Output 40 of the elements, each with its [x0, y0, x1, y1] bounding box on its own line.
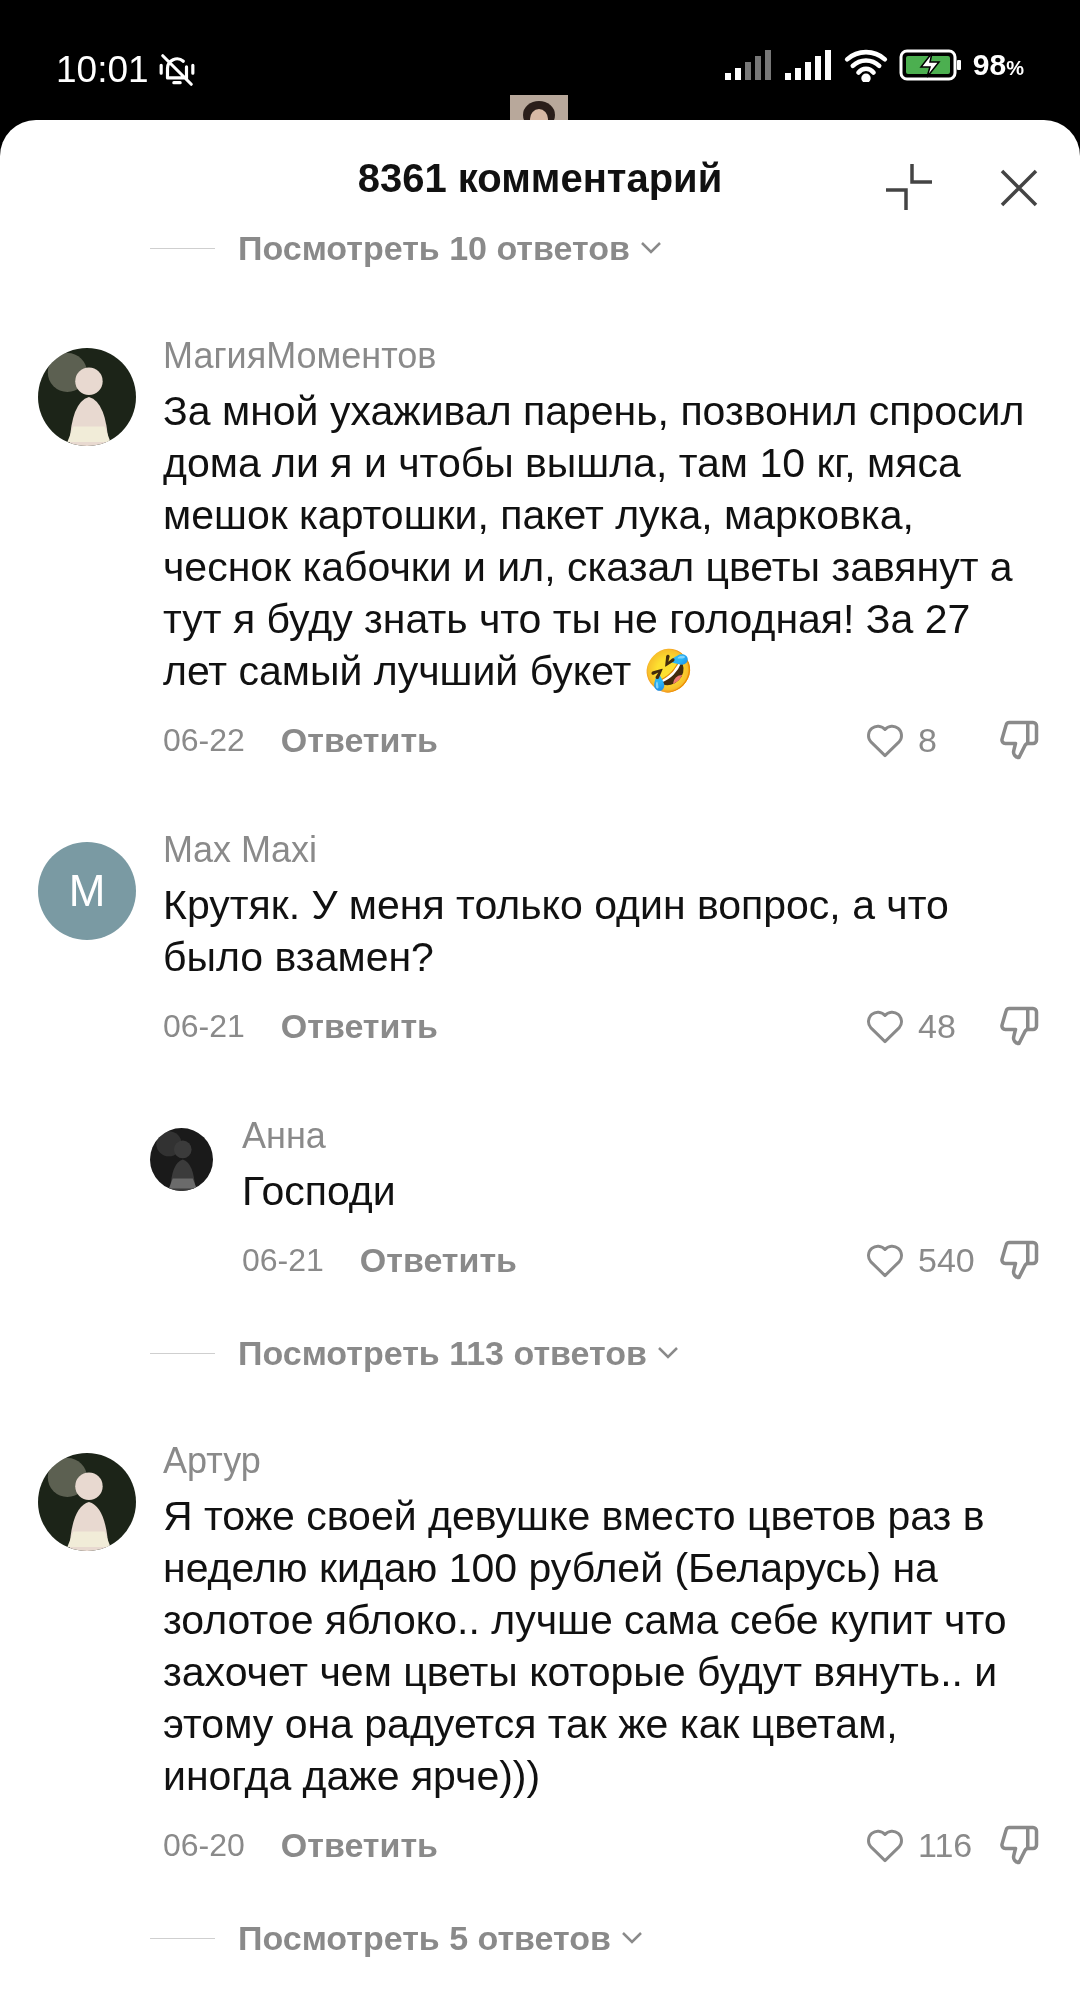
reply-button[interactable]: Ответить — [359, 1234, 517, 1286]
signal-icon — [782, 48, 833, 81]
like-count: 540 — [918, 1239, 976, 1281]
author-name: Артур — [163, 1441, 262, 1481]
wifi-icon — [842, 47, 889, 82]
signal-icon — [722, 48, 773, 81]
thumbs-down-icon[interactable] — [998, 718, 1040, 762]
like-count: 48 — [918, 1005, 957, 1047]
comment-text: За мной ухаживал парень, позвонил спросил дома ли я и чтобы вышла, там 10 кг, мяса мешок картошки, пакет лука, марковка, чеснок кабочки и ил, сказал цветы завянут а тут я буду знать что ты не голодная! За 27 лет самый лучший букет 🤣 — [163, 387, 1026, 696]
close-icon[interactable] — [999, 168, 1039, 208]
thumbs-down-icon[interactable] — [998, 1238, 1040, 1282]
comment-text: Господи — [242, 1167, 397, 1216]
view-replies-link[interactable]: Посмотреть 113 ответов — [238, 1327, 679, 1379]
comment-date: 06-21 — [163, 1007, 245, 1046]
like-count: 116 — [918, 1824, 974, 1866]
comment-date: 06-20 — [163, 1826, 245, 1865]
reply-button[interactable]: Ответить — [280, 714, 438, 766]
like-count: 8 — [918, 719, 938, 761]
thumbs-down-icon[interactable] — [998, 1004, 1040, 1048]
author-name: Анна — [242, 1116, 327, 1156]
comment-text: Я тоже своей девушке вместо цветов раз в неделю кидаю 100 рублей (Беларусь) на золотое яблоко.. лучше сама себе купит что захочет чем цветы которые будут вянуть.. и этому она радуется так же как цветам, иногда даже ярче))) — [163, 1492, 1008, 1801]
author-name: МагияМоментов — [163, 336, 438, 376]
battery-charging-icon — [898, 48, 963, 81]
view-replies-link[interactable]: Посмотреть 5 ответов — [238, 1912, 643, 1964]
thumbs-down-icon[interactable] — [998, 1823, 1040, 1867]
view-replies-link[interactable]: Посмотреть 10 ответов — [238, 222, 662, 274]
battery-level: 98% — [972, 47, 1024, 83]
chevron-down-icon — [656, 1346, 679, 1360]
header-title: 8361 комментарий — [357, 154, 723, 202]
avatar: M — [38, 842, 136, 940]
chevron-down-icon — [620, 1931, 643, 1945]
author-name: Max Maxi — [163, 830, 319, 870]
reply-button[interactable]: Ответить — [280, 1000, 438, 1052]
comment-date: 06-22 — [163, 721, 245, 760]
comment-text: Крутяк. У меня только один вопрос, а что было взамен? — [163, 881, 950, 982]
status-time: 10:01 — [56, 48, 149, 92]
collapse-icon[interactable] — [884, 162, 934, 212]
chevron-down-icon — [639, 241, 662, 255]
comment-date: 06-21 — [242, 1241, 324, 1280]
reply-button[interactable]: Ответить — [280, 1819, 438, 1871]
